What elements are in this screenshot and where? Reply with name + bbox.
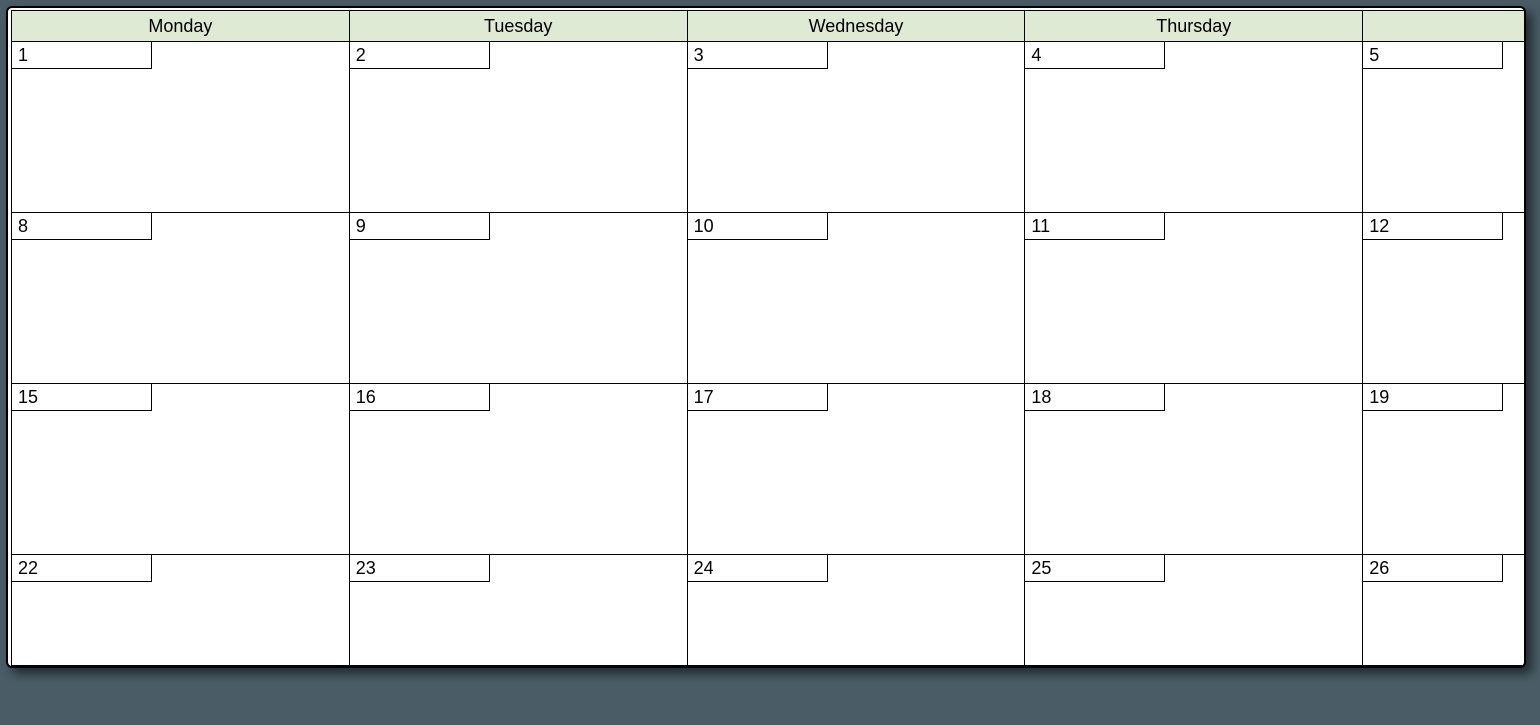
calendar-sheet: Monday Tuesday Wednesday Thursday F 1 2 … bbox=[6, 6, 1526, 668]
day-number: 11 bbox=[1025, 213, 1165, 240]
day-number: 3 bbox=[688, 42, 828, 69]
day-number: 9 bbox=[350, 213, 490, 240]
day-cell[interactable]: 24 bbox=[687, 555, 1025, 666]
day-cell[interactable]: 11 bbox=[1025, 213, 1363, 384]
calendar-row: 8 9 10 11 12 bbox=[12, 213, 1527, 384]
day-number: 22 bbox=[12, 555, 152, 582]
header-friday[interactable]: F bbox=[1363, 11, 1526, 42]
day-cell[interactable]: 22 bbox=[12, 555, 350, 666]
day-cell[interactable]: 5 bbox=[1363, 42, 1526, 213]
day-cell[interactable]: 18 bbox=[1025, 384, 1363, 555]
day-cell[interactable]: 15 bbox=[12, 384, 350, 555]
day-number: 2 bbox=[350, 42, 490, 69]
day-cell[interactable]: 25 bbox=[1025, 555, 1363, 666]
day-cell[interactable]: 10 bbox=[687, 213, 1025, 384]
calendar-row: 15 16 17 18 19 bbox=[12, 384, 1527, 555]
day-number: 1 bbox=[12, 42, 152, 69]
day-number: 19 bbox=[1363, 384, 1503, 411]
day-cell[interactable]: 9 bbox=[349, 213, 687, 384]
header-monday[interactable]: Monday bbox=[12, 11, 350, 42]
calendar-row: 22 23 24 25 26 bbox=[12, 555, 1527, 666]
day-number: 5 bbox=[1363, 42, 1503, 69]
day-cell[interactable]: 19 bbox=[1363, 384, 1526, 555]
day-cell[interactable]: 3 bbox=[687, 42, 1025, 213]
calendar-table: Monday Tuesday Wednesday Thursday F 1 2 … bbox=[11, 10, 1526, 666]
day-number: 25 bbox=[1025, 555, 1165, 582]
day-cell[interactable]: 1 bbox=[12, 42, 350, 213]
day-number: 12 bbox=[1363, 213, 1503, 240]
day-number: 8 bbox=[12, 213, 152, 240]
day-number: 4 bbox=[1025, 42, 1165, 69]
day-number: 23 bbox=[350, 555, 490, 582]
day-cell[interactable]: 23 bbox=[349, 555, 687, 666]
day-number: 16 bbox=[350, 384, 490, 411]
day-number: 17 bbox=[688, 384, 828, 411]
day-number: 10 bbox=[688, 213, 828, 240]
day-number: 24 bbox=[688, 555, 828, 582]
day-number: 26 bbox=[1363, 555, 1503, 582]
header-thursday[interactable]: Thursday bbox=[1025, 11, 1363, 42]
day-cell[interactable]: 4 bbox=[1025, 42, 1363, 213]
day-cell[interactable]: 26 bbox=[1363, 555, 1526, 666]
day-cell[interactable]: 8 bbox=[12, 213, 350, 384]
calendar-row: 1 2 3 4 5 bbox=[12, 42, 1527, 213]
day-number: 15 bbox=[12, 384, 152, 411]
header-tuesday[interactable]: Tuesday bbox=[349, 11, 687, 42]
day-cell[interactable]: 2 bbox=[349, 42, 687, 213]
day-cell[interactable]: 12 bbox=[1363, 213, 1526, 384]
day-cell[interactable]: 16 bbox=[349, 384, 687, 555]
day-number: 18 bbox=[1025, 384, 1165, 411]
header-wednesday[interactable]: Wednesday bbox=[687, 11, 1025, 42]
calendar-header-row: Monday Tuesday Wednesday Thursday F bbox=[12, 11, 1527, 42]
day-cell[interactable]: 17 bbox=[687, 384, 1025, 555]
